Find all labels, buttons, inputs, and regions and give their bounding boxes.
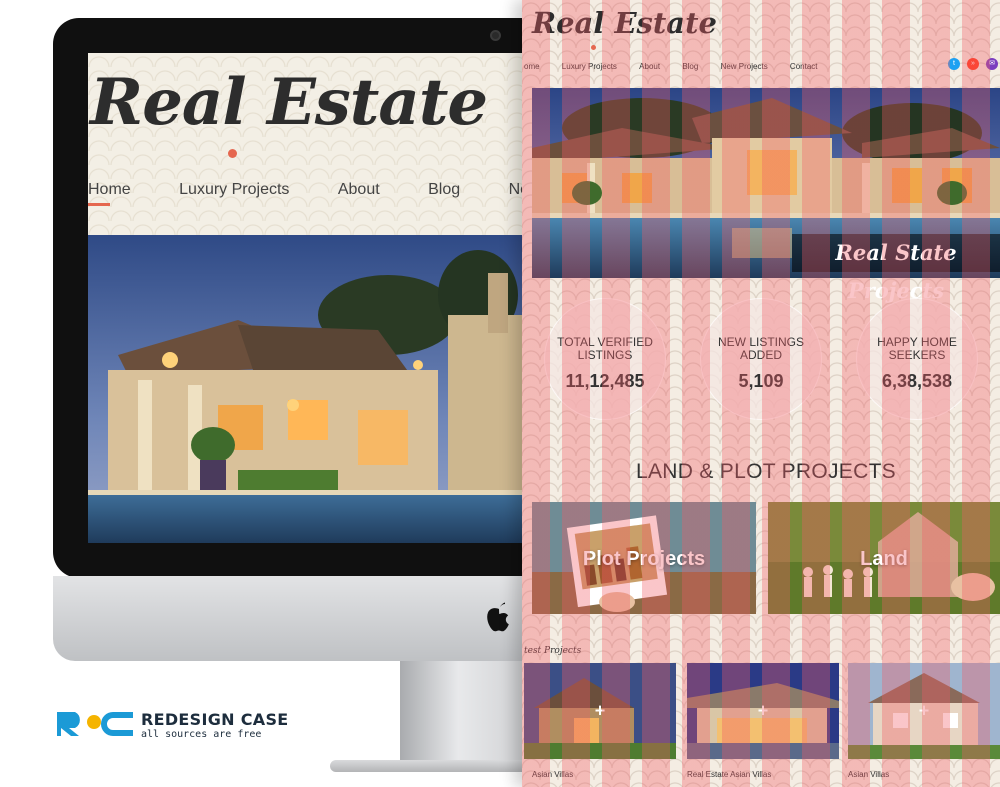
- stat-label: HAPPY HOME SEEKERS: [877, 335, 957, 362]
- nav-active-indicator: [88, 203, 110, 206]
- stat-value: 6,38,538: [881, 371, 953, 391]
- expand-plus-icon[interactable]: +: [758, 701, 769, 722]
- hero-image: [88, 235, 528, 543]
- redesign-case-logo-icon: [55, 708, 135, 738]
- nav-luxury-projects[interactable]: Luxury Projects: [179, 181, 289, 199]
- stat-value: 11,12,485: [565, 371, 645, 391]
- site-logo[interactable]: Real Estate: [90, 65, 488, 140]
- logo-dot-small: [591, 45, 596, 50]
- plot-projects-card[interactable]: Plot Projects: [532, 502, 756, 614]
- camera-icon: [490, 30, 501, 41]
- apple-icon: [487, 602, 509, 632]
- badge-title: REDESIGN CASE: [141, 710, 289, 729]
- nav-home[interactable]: Home: [88, 181, 131, 199]
- expand-plus-icon[interactable]: +: [919, 701, 930, 722]
- hero-caption: Real State Projects: [792, 234, 1000, 303]
- thumb-caption[interactable]: Asian Villas: [848, 770, 889, 779]
- imac-screen: Real Estate Home Luxury Projects About B…: [88, 53, 528, 543]
- expand-plus-icon[interactable]: +: [595, 701, 606, 722]
- thumb-caption[interactable]: Asian Villas: [532, 770, 573, 779]
- stat-new-listings-added: NEW LISTINGS ADDED 5,109: [700, 298, 822, 420]
- stat-label: NEW LISTINGS ADDED: [717, 335, 804, 362]
- page-screenshot: Real Estate ome Luxury Projects About Bl…: [522, 0, 1000, 787]
- badge-subtitle: all sources are free: [141, 729, 262, 740]
- nav-blog[interactable]: Blog: [428, 181, 460, 199]
- nav-blog[interactable]: Blog: [682, 62, 698, 71]
- latest-project-thumb[interactable]: +: [687, 663, 839, 759]
- rss-icon[interactable]: »: [967, 58, 979, 70]
- stat-label: TOTAL VERIFIED LISTINGS: [557, 335, 653, 362]
- nav-luxury-projects[interactable]: Luxury Projects: [562, 62, 617, 71]
- main-nav: Home Luxury Projects About Blog Ne: [88, 181, 528, 199]
- nav-about[interactable]: About: [338, 181, 380, 199]
- section-title: LAND & PLOT PROJECTS: [635, 460, 896, 483]
- land-card[interactable]: Land: [768, 502, 1000, 614]
- land-label: Land: [860, 548, 908, 570]
- nav-home[interactable]: ome: [524, 62, 540, 71]
- nav-contact[interactable]: Contact: [790, 62, 818, 71]
- site-logo-small[interactable]: Real Estate: [532, 6, 717, 40]
- stat-total-verified-listings: TOTAL VERIFIED LISTINGS 11,12,485: [544, 298, 666, 420]
- imac-stand: [400, 661, 530, 766]
- twitter-icon[interactable]: t: [948, 58, 960, 70]
- email-icon[interactable]: ✉: [986, 58, 998, 70]
- stat-value: 5,109: [738, 371, 784, 391]
- main-nav-small: ome Luxury Projects About Blog New Proje…: [524, 62, 838, 71]
- thumb-caption[interactable]: Real Estate Asian Villas: [687, 770, 771, 779]
- latest-project-thumb[interactable]: +: [848, 663, 1000, 759]
- latest-project-thumb[interactable]: +: [524, 663, 676, 759]
- logo-dot: [228, 149, 237, 158]
- nav-about[interactable]: About: [639, 62, 660, 71]
- latest-projects-title: test Projects: [524, 646, 582, 656]
- stage: Real Estate Home Luxury Projects About B…: [0, 0, 1000, 787]
- stat-happy-home-seekers: HAPPY HOME SEEKERS 6,38,538: [856, 298, 978, 420]
- plot-projects-label: Plot Projects: [582, 548, 706, 570]
- nav-new-projects[interactable]: New Projects: [721, 62, 768, 71]
